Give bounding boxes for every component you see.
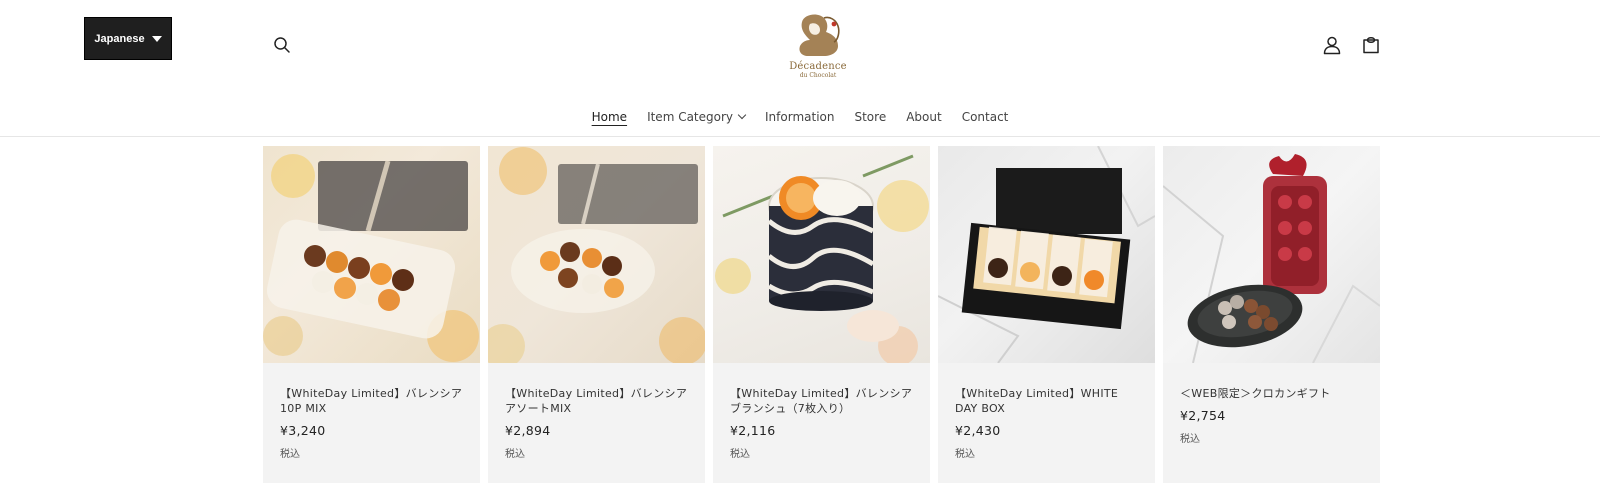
search-icon xyxy=(274,37,290,53)
search-button[interactable] xyxy=(268,31,296,59)
product-price: ¥2,894 xyxy=(505,423,551,438)
product-photo-valencia-assort xyxy=(488,147,705,363)
main-navigation: Home Item Category Information Store Abo… xyxy=(0,106,1600,128)
product-card[interactable]: 【WhiteDay Limited】バレンシアブランシュ（7枚入り） ¥2,11… xyxy=(713,146,930,483)
product-photo-valencia-blanche xyxy=(715,154,929,363)
product-info: 【WhiteDay Limited】バレンシア10P MIX ¥3,240 税込 xyxy=(263,363,480,460)
tax-note: 税込 xyxy=(955,449,975,460)
account-icon xyxy=(1323,36,1341,55)
product-info: 【WhiteDay Limited】WHITE DAY BOX ¥2,430 税… xyxy=(938,363,1155,460)
product-photo-crocant-gift xyxy=(1163,154,1380,363)
product-price: ¥2,116 xyxy=(730,423,776,438)
product-card[interactable]: ＜WEB限定＞クロカンギフト ¥2,754 税込 xyxy=(1163,146,1380,483)
product-info: ＜WEB限定＞クロカンギフト ¥2,754 税込 xyxy=(1163,363,1380,445)
product-title[interactable]: 【WhiteDay Limited】WHITE DAY BOX xyxy=(955,386,1138,416)
product-image[interactable] xyxy=(488,146,705,363)
logo-wordmark: Décadence xyxy=(789,61,847,72)
product-price: ¥2,430 xyxy=(955,423,1001,438)
product-grid: 【WhiteDay Limited】バレンシア10P MIX ¥3,240 税込 xyxy=(263,146,1380,483)
nav-label: Information xyxy=(765,110,835,124)
nav-item-store[interactable]: Store xyxy=(844,106,896,128)
tax-note: 税込 xyxy=(730,449,750,460)
tax-note: 税込 xyxy=(280,449,300,460)
product-title[interactable]: 【WhiteDay Limited】バレンシア10P MIX xyxy=(280,386,463,416)
nav-label: Contact xyxy=(961,110,1009,124)
product-card[interactable]: 【WhiteDay Limited】バレンシアアソートMIX ¥2,894 税込 xyxy=(488,146,705,483)
product-image[interactable] xyxy=(1163,146,1380,363)
nav-item-about[interactable]: About xyxy=(896,106,951,128)
cart-icon xyxy=(1363,37,1379,54)
chevron-down-icon xyxy=(737,110,747,120)
nav-label: Store xyxy=(854,110,887,124)
nav-item-information[interactable]: Information xyxy=(755,106,844,128)
header-divider xyxy=(0,136,1600,137)
product-card[interactable]: 【WhiteDay Limited】WHITE DAY BOX ¥2,430 税… xyxy=(938,146,1155,483)
product-info: 【WhiteDay Limited】バレンシアブランシュ（7枚入り） ¥2,11… xyxy=(713,363,930,460)
product-info: 【WhiteDay Limited】バレンシアアソートMIX ¥2,894 税込 xyxy=(488,363,705,460)
product-image[interactable] xyxy=(713,146,930,363)
product-price: ¥2,754 xyxy=(1180,408,1226,423)
account-button[interactable] xyxy=(1318,31,1346,59)
product-title[interactable]: ＜WEB限定＞クロカンギフト xyxy=(1180,386,1363,401)
nav-item-contact[interactable]: Contact xyxy=(952,106,1019,128)
logo-emblem xyxy=(799,14,840,56)
brand-logo[interactable]: Décadence du Chocolat xyxy=(782,12,854,79)
product-image[interactable] xyxy=(938,146,1155,363)
product-title[interactable]: 【WhiteDay Limited】バレンシアアソートMIX xyxy=(505,386,688,416)
language-selector[interactable]: Japanese xyxy=(84,17,172,60)
nav-label: Item Category xyxy=(647,110,734,124)
nav-item-item-category[interactable]: Item Category xyxy=(637,106,755,128)
caret-down-icon xyxy=(151,35,162,42)
product-image[interactable] xyxy=(263,146,480,363)
product-photo-white-day-box xyxy=(938,146,1155,363)
nav-label: Home xyxy=(591,110,628,124)
tax-note: 税込 xyxy=(1180,434,1200,445)
language-label: Japanese xyxy=(94,32,145,45)
nav-label: About xyxy=(906,110,942,124)
product-title[interactable]: 【WhiteDay Limited】バレンシアブランシュ（7枚入り） xyxy=(730,386,913,416)
product-card[interactable]: 【WhiteDay Limited】バレンシア10P MIX ¥3,240 税込 xyxy=(263,146,480,483)
logo-subtitle: du Chocolat xyxy=(799,72,837,79)
cart-button[interactable] xyxy=(1357,31,1385,59)
product-price: ¥3,240 xyxy=(280,423,326,438)
tax-note: 税込 xyxy=(505,449,525,460)
product-photo-valencia-10p xyxy=(263,154,479,362)
nav-item-home[interactable]: Home xyxy=(582,106,637,128)
